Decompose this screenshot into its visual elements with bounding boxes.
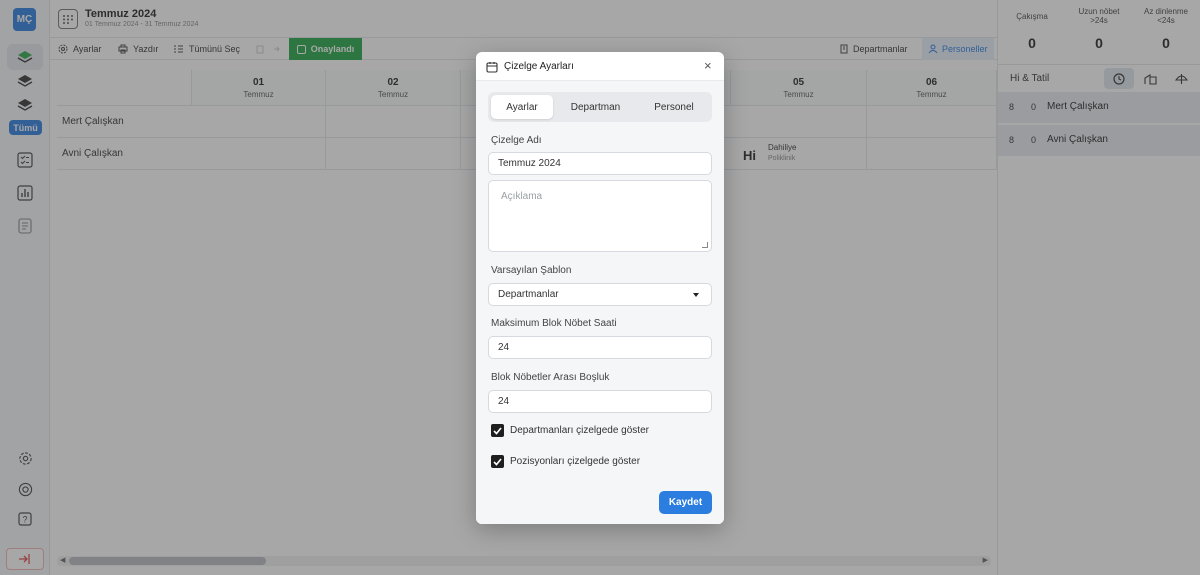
max-block-shift-label: Maksimum Blok Nöbet Saati (491, 318, 617, 329)
show-positions-checkbox[interactable]: Pozisyonları çizelgede göster (491, 455, 640, 468)
schedule-settings-dialog: Çizelge Ayarları × Ayarlar Departman Per… (476, 52, 724, 524)
dialog-body: Ayarlar Departman Personel Çizelge Adı T… (476, 81, 724, 524)
show-positions-label: Pozisyonları çizelgede göster (510, 456, 641, 467)
tab-department[interactable]: Departman (558, 95, 633, 119)
save-button[interactable]: Kaydet (659, 491, 712, 514)
default-template-select[interactable]: Departmanlar (488, 283, 712, 306)
default-template-value: Departmanlar (498, 289, 559, 300)
checkbox-checked-icon[interactable] (491, 455, 504, 468)
description-placeholder: Açıklama (501, 191, 543, 202)
default-template-label: Varsayılan Şablon (491, 265, 572, 276)
close-icon[interactable]: × (704, 59, 712, 72)
show-departments-label: Departmanları çizelgede göster (510, 425, 649, 436)
calendar-icon (486, 62, 498, 73)
max-block-shift-input[interactable]: 24 (488, 336, 712, 359)
checkbox-checked-icon[interactable] (491, 424, 504, 437)
dialog-header: Çizelge Ayarları × (476, 52, 724, 81)
schedule-name-input[interactable]: Temmuz 2024 (488, 152, 712, 175)
tab-staff[interactable]: Personel (639, 95, 709, 119)
resize-handle-icon[interactable] (702, 242, 708, 248)
block-gap-input[interactable]: 24 (488, 390, 712, 413)
dialog-tabs: Ayarlar Departman Personel (488, 92, 712, 122)
schedule-name-label: Çizelge Adı (491, 135, 542, 146)
dialog-title: Çizelge Ayarları (504, 61, 574, 72)
description-textarea[interactable]: Açıklama (488, 180, 712, 252)
show-departments-checkbox[interactable]: Departmanları çizelgede göster (491, 424, 649, 437)
caret-down-icon (693, 293, 699, 297)
block-gap-label: Blok Nöbetler Arası Boşluk (491, 372, 610, 383)
tab-settings[interactable]: Ayarlar (491, 95, 553, 119)
